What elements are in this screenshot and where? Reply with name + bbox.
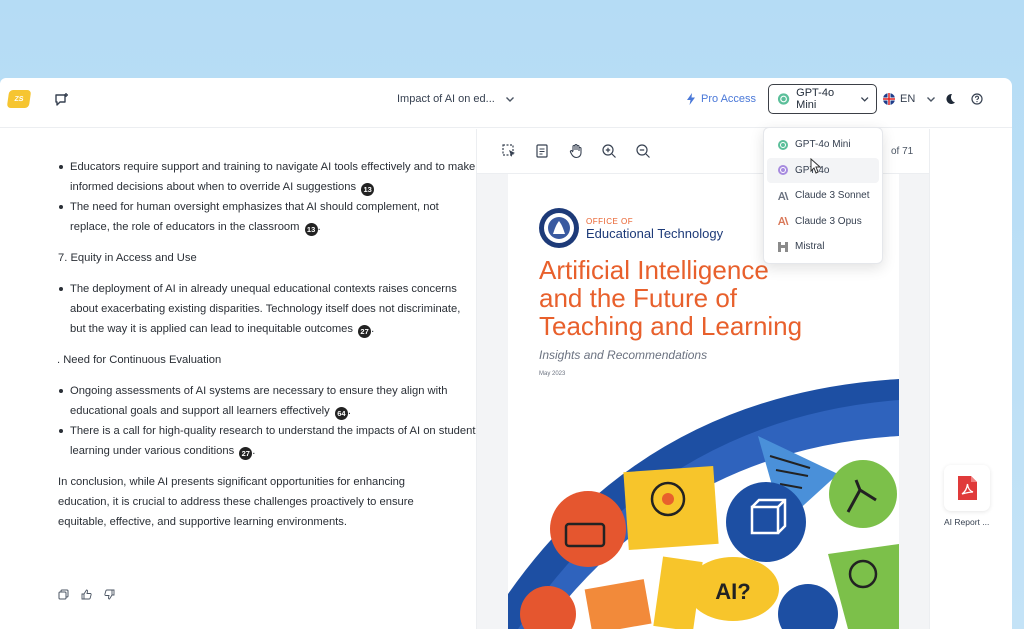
- openai-icon: [778, 139, 788, 150]
- office-of-label: OFFICE OF: [586, 217, 633, 226]
- citation-badge[interactable]: 64: [334, 407, 348, 420]
- citation-badge[interactable]: 13: [304, 223, 318, 236]
- chevron-down-icon: [927, 97, 936, 102]
- zoom-out-icon[interactable]: [635, 143, 651, 159]
- help-icon[interactable]: [971, 93, 983, 105]
- list-item-text: The need for human oversight emphasizes …: [70, 201, 439, 233]
- list-item: Educators require support and training t…: [58, 157, 476, 197]
- list-item-text: The deployment of AI in already unequal …: [70, 283, 461, 335]
- logo-text: ZS: [14, 95, 24, 103]
- dark-mode-icon[interactable]: [944, 93, 956, 105]
- list-item-text: There is a call for high-quality researc…: [70, 425, 476, 457]
- attachment-file[interactable]: [944, 465, 990, 511]
- bullet-list: The deployment of AI in already unequal …: [58, 279, 476, 339]
- pdf-subtitle: Insights and Recommendations: [539, 348, 707, 362]
- chat-panel: Educators require support and training t…: [0, 129, 476, 629]
- app-logo[interactable]: ZS: [6, 90, 32, 108]
- uk-flag-icon: [883, 93, 895, 105]
- pdf-title-line-2: and the Future of: [539, 283, 738, 313]
- list-item: The deployment of AI in already unequal …: [58, 279, 476, 339]
- select-tool-icon[interactable]: [501, 143, 517, 159]
- list-item: The need for human oversight emphasizes …: [58, 197, 476, 237]
- model-option-gpt-4o[interactable]: GPT-4o: [767, 157, 879, 183]
- attachment-label: AI Report ...: [944, 517, 990, 527]
- model-selected-label: GPT-4o Mini: [796, 87, 835, 111]
- model-option-label: Claude 3 Opus: [795, 215, 862, 227]
- model-option-label: Claude 3 Sonnet: [795, 190, 870, 202]
- model-option-label: Mistral: [795, 241, 825, 253]
- anthropic-icon: [778, 217, 789, 226]
- section-heading: . Need for Continuous Evaluation: [57, 354, 222, 366]
- list-item: Ongoing assessments of AI systems are ne…: [58, 381, 476, 421]
- list-item-text: Educators require support and training t…: [70, 161, 476, 193]
- pdf-title-line-3: Teaching and Learning: [539, 311, 802, 341]
- model-dropdown-menu: GPT-4o Mini GPT-4o Claude 3 Sonnet Claud…: [763, 127, 883, 264]
- chevron-down-icon: [860, 97, 869, 102]
- citation-badge[interactable]: 27: [358, 325, 372, 338]
- top-bar: ZS Impact of AI on ed... Pro Access GPT-…: [0, 78, 1012, 128]
- model-option-gpt-4o-mini[interactable]: GPT-4o Mini: [767, 132, 879, 158]
- model-option-claude-3-opus[interactable]: Claude 3 Opus: [767, 209, 879, 235]
- anthropic-icon: [778, 191, 789, 200]
- conclusion-paragraph: In conclusion, while AI presents signifi…: [58, 476, 414, 528]
- office-name: Educational Technology: [586, 226, 724, 241]
- pro-access-label: Pro Access: [701, 93, 757, 105]
- thumbs-up-icon[interactable]: [81, 589, 92, 600]
- hand-tool-icon[interactable]: [568, 143, 584, 159]
- pdf-title-line-1: Artificial Intelligence: [539, 255, 769, 285]
- department-seal-icon: [539, 208, 579, 248]
- page-count: of 71: [891, 146, 914, 157]
- copy-icon[interactable]: [58, 589, 69, 600]
- citation-badge[interactable]: 13: [361, 183, 375, 196]
- model-selector[interactable]: GPT-4o Mini: [768, 84, 877, 114]
- model-option-label: GPT-4o Mini: [795, 139, 851, 151]
- bullet-list: Ongoing assessments of AI systems are ne…: [58, 381, 476, 461]
- cover-illustration: AI?: [508, 379, 899, 629]
- language-label: EN: [900, 93, 916, 105]
- lightning-icon: [687, 93, 695, 105]
- citation-badge[interactable]: 27: [239, 447, 253, 460]
- new-chat-icon[interactable]: [54, 92, 70, 108]
- list-item: There is a call for high-quality researc…: [58, 421, 476, 461]
- pro-access-link[interactable]: Pro Access: [686, 93, 756, 105]
- bullet-list: Educators require support and training t…: [58, 157, 476, 237]
- openai-icon: [778, 165, 788, 176]
- conversation-title: Impact of AI on ed...: [397, 93, 495, 105]
- mistral-icon: [778, 241, 788, 252]
- pdf-date: May 2023: [539, 371, 566, 377]
- model-option-claude-3-sonnet[interactable]: Claude 3 Sonnet: [767, 183, 879, 209]
- list-item-text: Ongoing assessments of AI systems are ne…: [70, 385, 448, 417]
- zoom-in-icon[interactable]: [601, 143, 617, 159]
- section-heading: 7. Equity in Access and Use: [58, 252, 197, 264]
- openai-icon: [777, 93, 790, 105]
- thumbs-down-icon[interactable]: [104, 589, 115, 600]
- document-icon[interactable]: [534, 143, 550, 159]
- message-actions: [58, 589, 115, 600]
- ai-bubble-text: AI?: [715, 579, 750, 604]
- pdf-file-icon: [958, 476, 977, 500]
- chevron-down-icon: [505, 97, 514, 102]
- mouse-cursor-icon: [810, 158, 822, 174]
- language-selector[interactable]: EN: [883, 93, 936, 105]
- model-option-mistral[interactable]: Mistral: [767, 234, 879, 260]
- conversation-title-dropdown[interactable]: Impact of AI on ed...: [397, 93, 515, 105]
